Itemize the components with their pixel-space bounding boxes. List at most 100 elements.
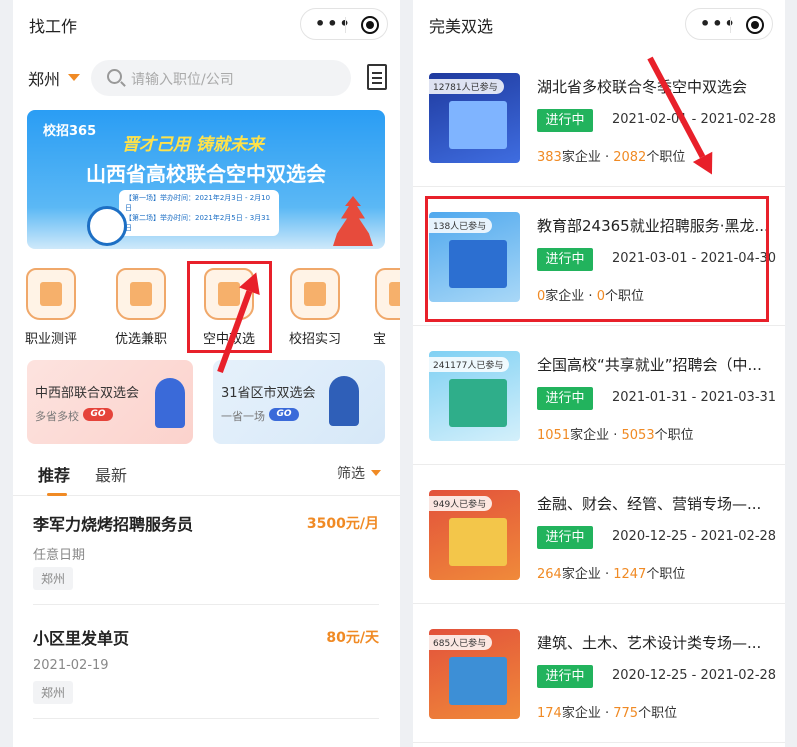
company-unit: 家企业 · bbox=[561, 150, 614, 165]
more-dots-icon[interactable]: ••• bbox=[700, 16, 737, 32]
fair-dates: 2020-12-25 - 2021-02-28 bbox=[612, 529, 777, 544]
job-fair-item[interactable]: 949人已参与 金融、财会、经管、营销专场—... 进行中 2020-12-25… bbox=[413, 465, 785, 604]
job-salary: 3500元/月 bbox=[306, 516, 379, 532]
banner-schedule: 【第一场】举办时间：2021年2月3日 - 2月10日 【第二场】举办时间：20… bbox=[119, 190, 279, 236]
job-date: 任意日期 bbox=[33, 548, 86, 563]
fair-dates: 2021-01-31 - 2021-03-31 bbox=[612, 390, 777, 405]
promo-card-31-provinces[interactable]: 31省区市双选会 一省一场 GO bbox=[213, 360, 385, 444]
tab-newest[interactable]: 最新 bbox=[95, 462, 127, 486]
caret-down-icon[interactable] bbox=[371, 470, 381, 476]
resume-doc-icon[interactable] bbox=[367, 64, 387, 90]
job-salary: 80元/天 bbox=[326, 630, 379, 646]
internship-icon bbox=[290, 268, 340, 320]
page-title: 找工作 bbox=[29, 17, 78, 36]
category-label: 宝 bbox=[373, 332, 387, 347]
fair-thumbnail: 12781人已参与 bbox=[429, 73, 520, 163]
job-date: 2021-02-19 bbox=[33, 658, 109, 673]
position-count: 2082 bbox=[613, 150, 647, 165]
banner-schedule-2: 【第二场】举办时间：2021年2月5日 - 3月31日 bbox=[125, 214, 271, 232]
nav-bar: 找工作 ••• bbox=[13, 0, 400, 48]
thumbnail-graphic bbox=[449, 379, 507, 427]
job-title: 小区里发单页 bbox=[33, 629, 130, 648]
category-part-time[interactable]: 优选兼职 bbox=[109, 268, 173, 347]
fair-stats: 1051家企业 · 5053个职位 bbox=[537, 424, 694, 443]
position-unit: 个职位 bbox=[638, 706, 678, 721]
person-cart-illustration bbox=[155, 378, 185, 428]
tower-illustration bbox=[333, 196, 373, 246]
mini-program-capsule: ••• bbox=[685, 8, 773, 40]
participants-count: 949人已参与 bbox=[429, 496, 493, 511]
category-label: 校招实习 bbox=[288, 332, 341, 347]
tab-recommend[interactable]: 推荐 bbox=[38, 462, 70, 486]
job-fair-item[interactable]: 241177人已参与 全国高校“共享就业”招聘会（中... 进行中 2021-0… bbox=[413, 326, 785, 465]
status-badge: 进行中 bbox=[537, 665, 593, 688]
clock-illustration bbox=[87, 206, 127, 246]
fair-stats: 383家企业 · 2082个职位 bbox=[537, 146, 685, 165]
category-more-icon bbox=[375, 268, 400, 320]
highlight-box-fair bbox=[425, 196, 769, 322]
caret-down-icon[interactable] bbox=[68, 74, 80, 81]
company-unit: 家企业 · bbox=[561, 706, 614, 721]
position-count: 5053 bbox=[621, 428, 655, 443]
record-icon[interactable] bbox=[746, 16, 764, 34]
search-input[interactable]: 请输入职位/公司 bbox=[91, 60, 351, 96]
thumbnail-graphic bbox=[449, 657, 507, 705]
participants-count: 685人已参与 bbox=[429, 635, 493, 650]
job-city-tag: 郑州 bbox=[33, 567, 74, 590]
page-title: 完美双选 bbox=[429, 17, 494, 36]
fair-title: 建筑、土木、艺术设计类专场—... bbox=[537, 634, 762, 652]
more-dots-icon[interactable]: ••• bbox=[315, 16, 352, 32]
category-more[interactable]: 宝 bbox=[367, 268, 400, 347]
participants-count: 12781人已参与 bbox=[429, 79, 504, 94]
assessment-icon bbox=[26, 268, 76, 320]
search-icon bbox=[107, 69, 122, 84]
fair-stats: 174家企业 · 775个职位 bbox=[537, 702, 677, 721]
fair-dates: 2021-02-01 - 2021-02-28 bbox=[612, 112, 777, 127]
promo-title: 31省区市双选会 bbox=[221, 386, 316, 401]
company-count: 383 bbox=[537, 150, 562, 165]
person-desk-illustration bbox=[329, 376, 359, 426]
job-fair-item[interactable]: 12781人已参与 湖北省多校联合冬季空中双选会 进行中 2021-02-01 … bbox=[413, 48, 785, 187]
job-list-item[interactable]: 小区里发单页 80元/天 2021-02-19 郑州 bbox=[33, 611, 379, 719]
promo-subtitle: 多省多校 bbox=[35, 410, 79, 423]
participants-count: 241177人已参与 bbox=[429, 357, 510, 372]
mini-program-capsule: ••• bbox=[300, 8, 388, 40]
status-badge: 进行中 bbox=[537, 387, 593, 410]
promo-card-central-west[interactable]: 中西部联合双选会 多省多校 GO bbox=[27, 360, 193, 444]
tab-active-indicator bbox=[47, 493, 67, 496]
go-badge: GO bbox=[269, 408, 299, 421]
banner-logo: 校招365 bbox=[43, 124, 97, 139]
company-count: 1051 bbox=[537, 428, 571, 443]
city-selector[interactable]: 郑州 bbox=[28, 66, 60, 90]
banner-title: 山西省高校联合空中双选会 bbox=[86, 162, 326, 186]
job-tabs: 推荐 最新 筛选 bbox=[13, 460, 400, 496]
promo-title: 中西部联合双选会 bbox=[35, 386, 140, 401]
company-count: 264 bbox=[537, 567, 562, 582]
capsule-divider bbox=[345, 17, 346, 33]
status-badge: 进行中 bbox=[537, 109, 593, 132]
job-list-item[interactable]: 李军力烧烤招聘服务员 3500元/月 任意日期 郑州 bbox=[33, 497, 379, 605]
thumbs-up-icon bbox=[116, 268, 166, 320]
left-panel-find-job: 找工作 ••• 郑州 请输入职位/公司 校招365 晋才己用 铸就未来 山西省高… bbox=[13, 0, 400, 747]
filter-button[interactable]: 筛选 bbox=[337, 463, 365, 483]
search-placeholder: 请输入职位/公司 bbox=[131, 72, 234, 88]
company-unit: 家企业 · bbox=[561, 567, 614, 582]
position-unit: 个职位 bbox=[654, 428, 694, 443]
position-count: 1247 bbox=[613, 567, 647, 582]
category-career-assessment[interactable]: 职业测评 bbox=[19, 268, 83, 347]
fair-title: 湖北省多校联合冬季空中双选会 bbox=[537, 78, 748, 96]
promo-banner[interactable]: 校招365 晋才己用 铸就未来 山西省高校联合空中双选会 【第一场】举办时间：2… bbox=[27, 110, 385, 249]
fair-thumbnail: 685人已参与 bbox=[429, 629, 520, 719]
record-icon[interactable] bbox=[361, 16, 379, 34]
right-panel-job-fairs: 完美双选 ••• 12781人已参与 湖北省多校联合冬季空中双选会 进行中 20… bbox=[413, 0, 785, 747]
fair-stats: 264家企业 · 1247个职位 bbox=[537, 563, 685, 582]
fair-title: 全国高校“共享就业”招聘会（中... bbox=[537, 356, 762, 374]
category-label: 职业测评 bbox=[24, 332, 77, 347]
category-campus-internship[interactable]: 校招实习 bbox=[283, 268, 347, 347]
thumbnail-graphic bbox=[449, 101, 507, 149]
job-fair-item[interactable]: 685人已参与 建筑、土木、艺术设计类专场—... 进行中 2020-12-25… bbox=[413, 604, 785, 743]
position-unit: 个职位 bbox=[646, 567, 686, 582]
fair-thumbnail: 949人已参与 bbox=[429, 490, 520, 580]
banner-schedule-1: 【第一场】举办时间：2021年2月3日 - 2月10日 bbox=[125, 194, 271, 212]
job-title: 李军力烧烤招聘服务员 bbox=[33, 515, 194, 534]
